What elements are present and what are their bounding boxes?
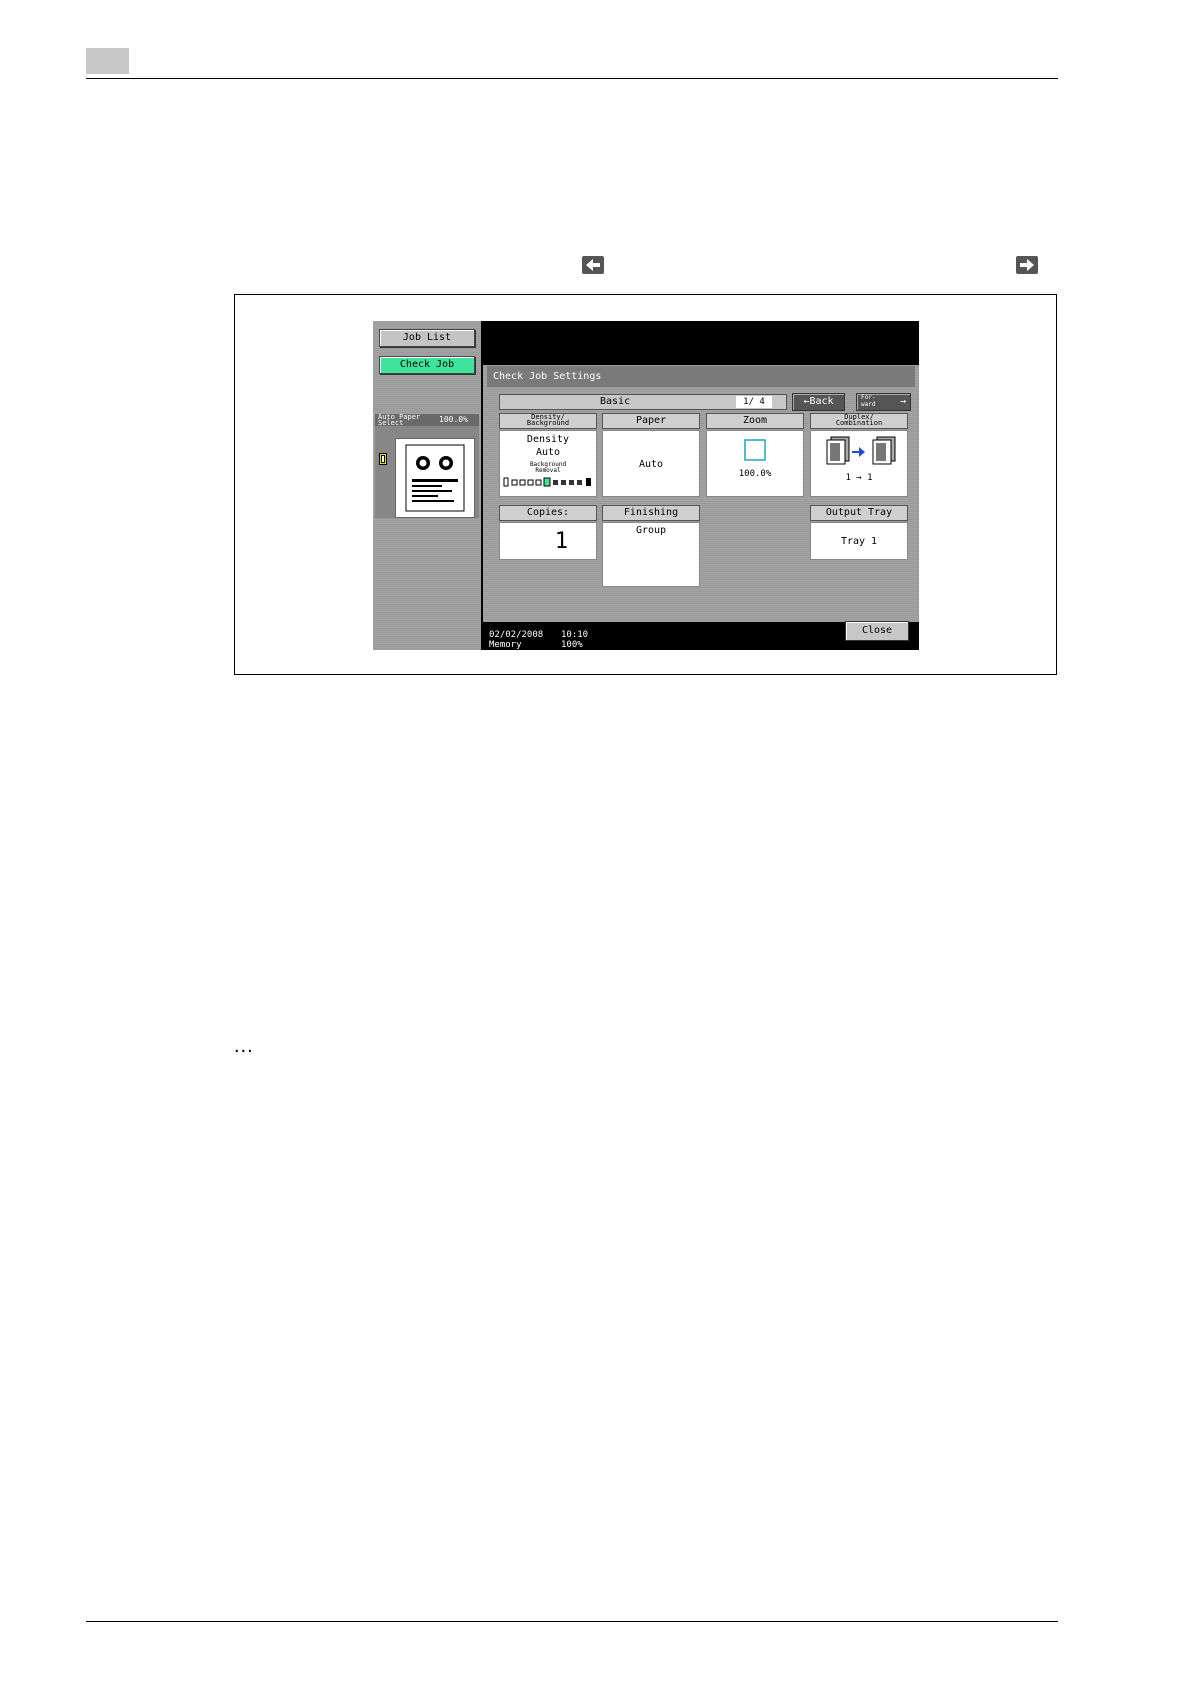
duplex-value: 1 → 1 [845, 473, 873, 483]
paper-header[interactable]: Paper [602, 413, 700, 429]
output-tray-value: Tray 1 [840, 536, 878, 547]
density-header[interactable]: Density/ Background [499, 413, 597, 429]
paper-cell[interactable]: Auto [602, 430, 700, 497]
status-date: 02/02/2008 [489, 630, 544, 640]
bottom-rule [86, 1621, 1058, 1622]
right-arrow-icon [1016, 256, 1038, 274]
density-cell[interactable]: Density Auto Background Removal [499, 430, 597, 497]
density-value: Auto [535, 447, 561, 458]
memory-label: Memory [489, 640, 522, 650]
duplex-cell[interactable]: 1 → 1 [810, 430, 908, 497]
right-arrow-icon: → [899, 396, 906, 407]
forward-button-label: For- ward [861, 394, 876, 408]
density-scale-icon [503, 477, 591, 487]
zoom-header[interactable]: Zoom [706, 413, 804, 429]
status-time: 10:10 [561, 630, 589, 640]
left-arrow-icon [582, 256, 604, 274]
back-button[interactable]: ←Back [792, 393, 845, 411]
dialog-title: Check Job Settings [487, 366, 915, 387]
job-list-button[interactable]: Job List [379, 329, 475, 347]
zoom-value: 100.0% [738, 469, 772, 479]
finishing-header[interactable]: Finishing [602, 505, 700, 521]
output-tray-cell[interactable]: Tray 1 [810, 522, 908, 560]
zoom-cell[interactable]: 100.0% [706, 430, 804, 497]
copies-header[interactable]: Copies: [499, 505, 597, 521]
check-job-button[interactable]: Check Job [379, 356, 475, 374]
top-rule [86, 78, 1058, 79]
paper-value: Auto [638, 459, 664, 470]
preview-header: Auto Paper Select 100.0% [375, 413, 479, 427]
tab-bar: Basic 1/ 4 [499, 394, 787, 410]
close-button[interactable]: Close [845, 621, 909, 641]
density-label: Density [526, 434, 570, 445]
chapter-number-box [86, 48, 129, 74]
note-ellipsis: ... [234, 1035, 254, 1057]
copies-value: 1 [554, 529, 568, 554]
auto-paper-label: Auto Paper Select [378, 413, 421, 427]
page-indicator: 1/ 4 [736, 396, 772, 408]
copies-cell[interactable]: 1 [499, 522, 597, 560]
paper-tray-icon [379, 453, 387, 465]
forward-button[interactable]: For- ward → [856, 393, 911, 411]
preview-zoom-value: 100.0% [439, 415, 468, 424]
finishing-cell[interactable]: Group [602, 522, 700, 587]
finishing-value: Group [635, 525, 667, 536]
output-tray-header[interactable]: Output Tray [810, 505, 908, 521]
background-removal-label: Background Removal [529, 461, 567, 474]
memory-value: 100% [561, 640, 583, 650]
duplex-header[interactable]: Duplex/ Combination [810, 413, 908, 429]
control-panel-screen: Job List Check Job Auto Paper Select 100… [373, 321, 919, 650]
duplex-pages-icon [826, 436, 896, 465]
document-preview-thumbnail [395, 438, 475, 518]
zoom-square-icon [744, 439, 766, 461]
tab-basic[interactable]: Basic [600, 395, 630, 409]
